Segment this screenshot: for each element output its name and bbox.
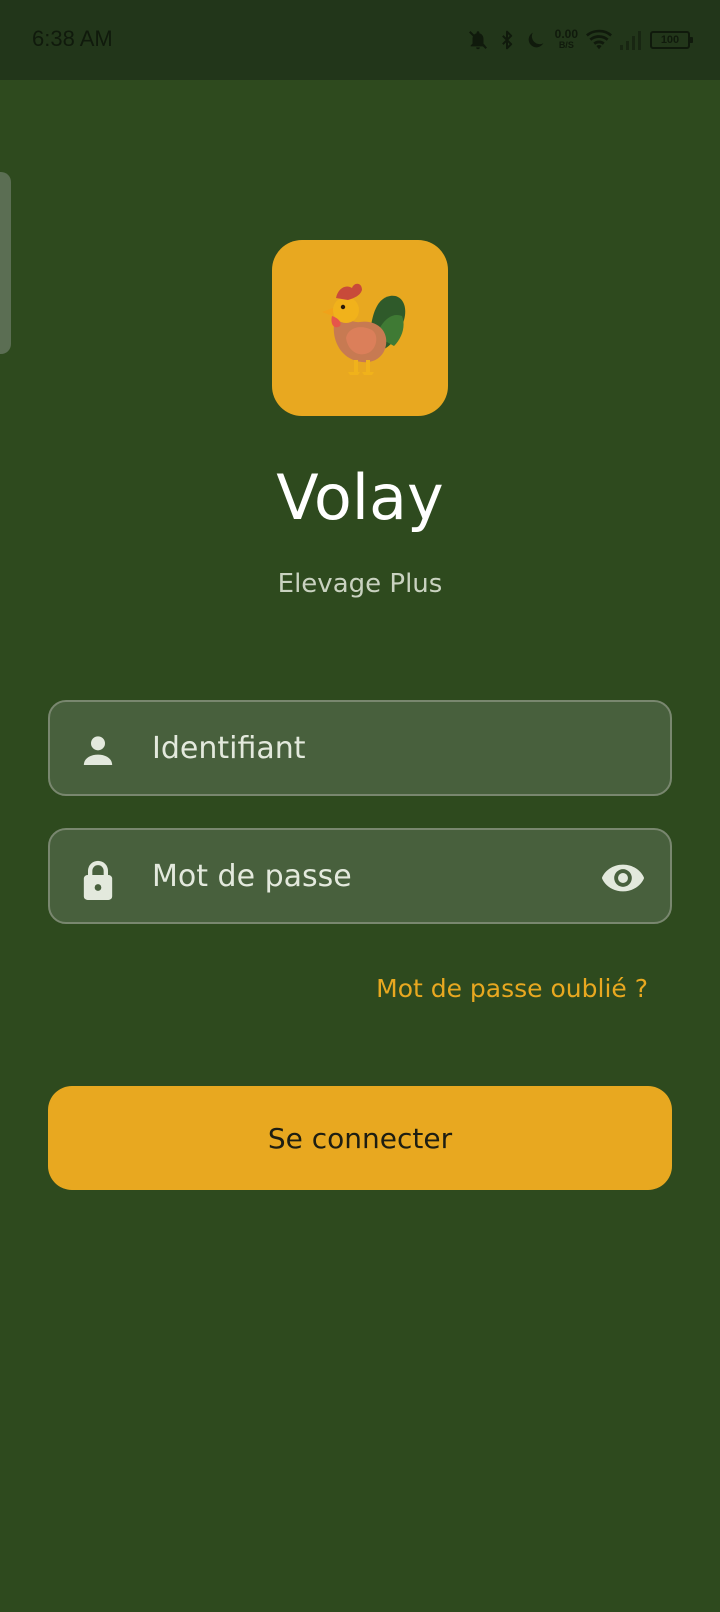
password-input[interactable] xyxy=(152,830,572,922)
person-icon xyxy=(78,730,118,774)
net-speed-unit: B/S xyxy=(558,40,574,50)
login-button[interactable]: Se connecter xyxy=(48,1086,672,1190)
battery-icon: 100 xyxy=(650,31,693,49)
lock-icon xyxy=(78,858,118,906)
app-title: Volay xyxy=(276,461,444,534)
bluetooth-icon xyxy=(497,29,517,51)
rooster-icon xyxy=(322,283,406,375)
net-speed: 0.00 B/S xyxy=(554,27,578,51)
username-field[interactable] xyxy=(48,700,672,796)
password-field[interactable] xyxy=(48,828,672,924)
app-subtitle: Elevage Plus xyxy=(277,569,443,599)
username-input[interactable] xyxy=(152,702,572,794)
wifi-icon xyxy=(586,29,612,51)
eye-icon[interactable] xyxy=(600,858,646,902)
bell-off-icon xyxy=(467,29,489,51)
status-bar: 6:38 AM 0.00 B/S 100 xyxy=(0,0,720,80)
app-logo xyxy=(272,240,448,416)
moon-icon xyxy=(525,29,547,51)
status-icons: 0.00 B/S 100 xyxy=(467,24,693,56)
forgot-password-link[interactable]: Mot de passe oublié ? xyxy=(376,972,648,1006)
edge-panel-handle[interactable] xyxy=(0,172,11,354)
status-time: 6:38 AM xyxy=(32,26,113,51)
net-speed-value: 0.00 xyxy=(554,27,578,41)
signal-icon xyxy=(620,30,642,50)
